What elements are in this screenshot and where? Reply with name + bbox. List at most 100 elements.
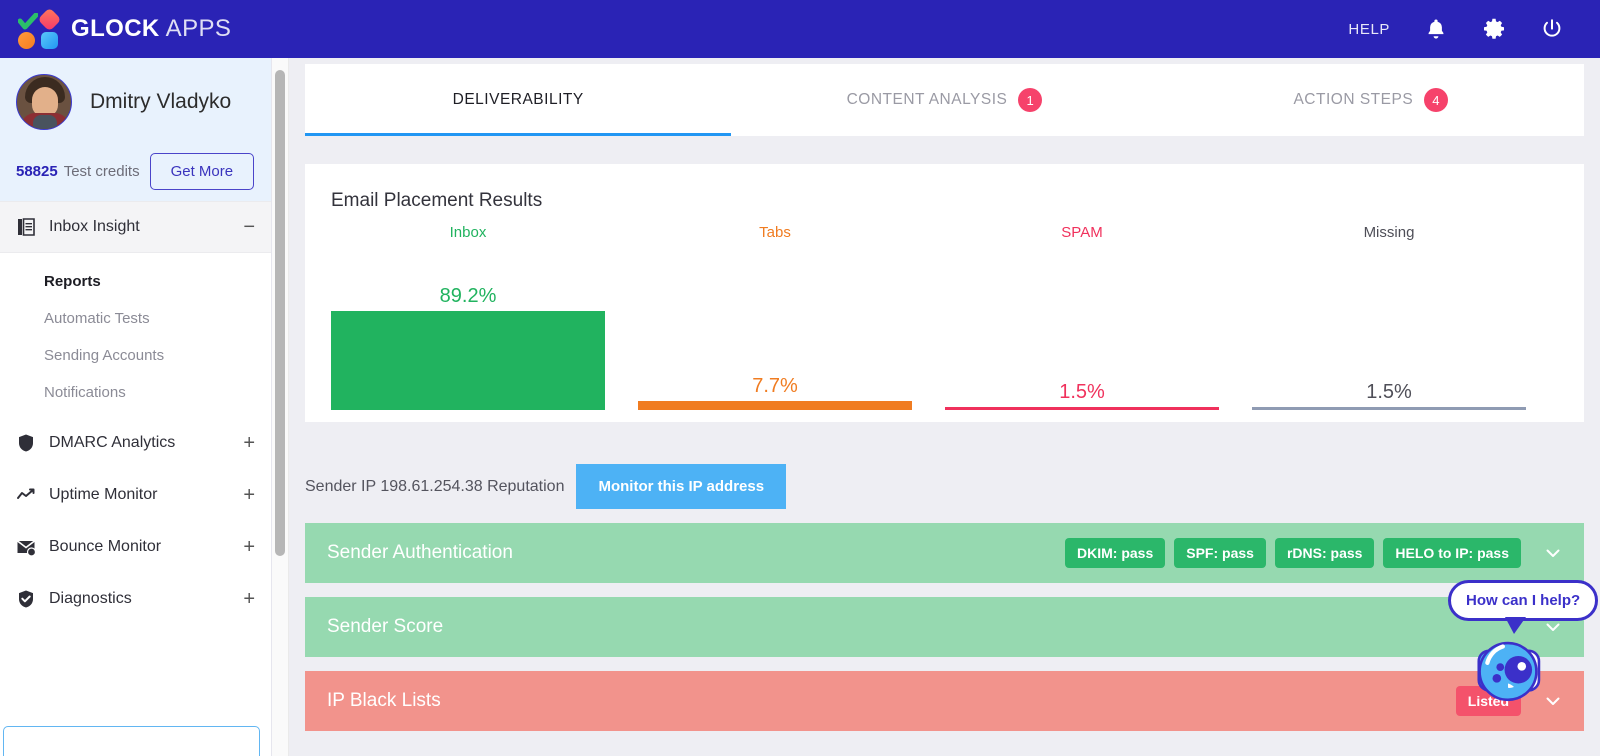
sidebar-item-label: Inbox Insight [49, 218, 140, 235]
top-navbar: GLOCK APPS HELP [0, 0, 1600, 58]
accordion-ip-black-lists[interactable]: IP Black Lists Listed [305, 671, 1584, 731]
tab-label: DELIVERABILITY [452, 91, 584, 108]
sidebar-item-reports[interactable]: Reports [0, 263, 271, 300]
status-badge-helo: HELO to IP: pass [1383, 538, 1521, 568]
chat-bubble[interactable]: How can I help? [1448, 580, 1599, 634]
logo-check-icon [18, 13, 38, 30]
sidebar-item-label: Uptime Monitor [49, 486, 158, 503]
main-content: DELIVERABILITY CONTENT ANALYSIS 1 ACTION… [289, 58, 1600, 756]
brand-logo[interactable]: GLOCK APPS [16, 7, 231, 50]
bar-value-label: 89.2% [439, 285, 497, 307]
bar-tabs [638, 401, 912, 410]
sender-ip-row: Sender IP 198.61.254.38 Reputation Monit… [305, 464, 1584, 509]
bar-group-tabs[interactable]: Tabs 7.7% [638, 224, 912, 410]
monitor-ip-button[interactable]: Monitor this IP address [576, 464, 787, 509]
trend-up-icon [17, 488, 35, 499]
sidebar-subnav-inbox-insight: Reports Automatic Tests Sending Accounts… [0, 253, 271, 417]
accordion-sender-authentication[interactable]: Sender Authentication DKIM: pass SPF: pa… [305, 523, 1584, 583]
tab-label: ACTION STEPS [1293, 91, 1414, 108]
sidebar-item-label: Bounce Monitor [49, 538, 162, 555]
bar-value-label: 7.7% [752, 375, 798, 397]
credits-label: Test credits [63, 163, 140, 180]
chat-bot-avatar-icon[interactable] [1465, 625, 1551, 711]
sidebar-item-bounce-monitor[interactable]: Bounce Monitor + [0, 521, 271, 573]
bar-value-label: 1.5% [1059, 381, 1105, 403]
bar-group-spam[interactable]: SPAM 1.5% [945, 224, 1219, 410]
logo-diamond-icon [37, 7, 62, 32]
collapse-toggle-icon[interactable]: − [243, 217, 255, 237]
bar-category-label: SPAM [1061, 224, 1103, 241]
user-name: Dmitry Vladyko [90, 90, 232, 113]
sidebar-scrollbar-track[interactable] [272, 58, 289, 756]
credits-count: 58825 [16, 163, 58, 180]
sidebar-item-notifications[interactable]: Notifications [0, 374, 271, 411]
sidebar-item-sending-accounts[interactable]: Sending Accounts [0, 337, 271, 374]
brand-text: GLOCK APPS [71, 15, 231, 43]
tab-bar: DELIVERABILITY CONTENT ANALYSIS 1 ACTION… [305, 64, 1584, 136]
get-more-button[interactable]: Get More [149, 153, 255, 190]
expand-toggle-icon[interactable]: + [243, 537, 255, 557]
email-placement-chart: Inbox 89.2% Tabs 7.7% SPAM 1.5% Missing [331, 224, 1558, 410]
tab-content-analysis[interactable]: CONTENT ANALYSIS 1 [731, 64, 1157, 136]
bar-group-missing[interactable]: Missing 1.5% [1252, 224, 1526, 410]
page-title: Email Placement Results [331, 190, 543, 211]
bar-category-label: Tabs [759, 224, 791, 241]
sidebar-section-inbox-insight: Inbox Insight − Reports Automatic Tests … [0, 201, 271, 417]
logo-circle-icon [18, 32, 35, 49]
expand-toggle-icon[interactable]: + [243, 433, 255, 453]
status-badge-rdns: rDNS: pass [1274, 538, 1375, 568]
user-row: Dmitry Vladyko [16, 74, 255, 130]
credits-row: 58825 Test credits Get More [16, 153, 255, 190]
bar-category-label: Missing [1363, 224, 1415, 241]
sidebar-bottom-panel[interactable] [3, 726, 260, 756]
brand-name-bold: GLOCK [71, 15, 160, 42]
sidebar-item-label: Diagnostics [49, 590, 132, 607]
status-badge-spf: SPF: pass [1174, 538, 1266, 568]
expand-toggle-icon[interactable]: + [243, 589, 255, 609]
status-badge: 1 [1018, 88, 1043, 112]
expand-toggle-icon[interactable]: + [243, 485, 255, 505]
accordion-sender-score[interactable]: Sender Score [305, 597, 1584, 657]
power-icon[interactable] [1540, 17, 1564, 41]
sidebar-scrollbar-thumb[interactable] [275, 70, 285, 556]
sidebar-item-label: DMARC Analytics [49, 434, 176, 451]
status-badge: 4 [1424, 88, 1449, 112]
logo-square-icon [41, 32, 58, 49]
accordion-title: Sender Authentication [327, 542, 513, 563]
chevron-down-icon[interactable] [1544, 544, 1562, 562]
gear-icon[interactable] [1482, 17, 1506, 41]
sidebar-item-inbox-insight[interactable]: Inbox Insight − [0, 201, 271, 253]
tab-label: CONTENT ANALYSIS [846, 91, 1008, 108]
email-placement-card: Email Placement Results Inbox 89.2% Tabs… [305, 164, 1584, 422]
avatar[interactable] [16, 74, 72, 130]
bar-group-inbox[interactable]: Inbox 89.2% [331, 224, 605, 410]
sender-ip-text: Sender IP 198.61.254.38 Reputation [305, 477, 565, 495]
sidebar: Dmitry Vladyko 58825 Test credits Get Mo… [0, 58, 272, 756]
tab-deliverability[interactable]: DELIVERABILITY [305, 64, 732, 136]
accordion-title: IP Black Lists [327, 690, 441, 711]
bar-value-label: 1.5% [1366, 381, 1412, 403]
shield-check-icon [19, 590, 33, 608]
accordion-title: Sender Score [327, 616, 444, 637]
glockapps-logo-icon [16, 7, 62, 50]
sidebar-item-dmarc-analytics[interactable]: DMARC Analytics + [0, 417, 271, 469]
help-link[interactable]: HELP [1348, 21, 1390, 38]
bar-category-label: Inbox [449, 224, 487, 241]
shield-icon [19, 434, 33, 452]
sidebar-item-automatic-tests[interactable]: Automatic Tests [0, 300, 271, 337]
book-icon [18, 218, 35, 236]
bar-spam [945, 407, 1219, 410]
user-card: Dmitry Vladyko 58825 Test credits Get Mo… [0, 58, 271, 201]
tab-action-steps[interactable]: ACTION STEPS 4 [1158, 64, 1584, 136]
app-root: GLOCK APPS HELP Dmitry Vladyko 58825 Tes… [0, 0, 1600, 756]
sidebar-item-diagnostics[interactable]: Diagnostics + [0, 573, 271, 625]
envelope-refresh-icon [17, 540, 36, 557]
bar-inbox [331, 311, 605, 410]
sidebar-item-uptime-monitor[interactable]: Uptime Monitor + [0, 469, 271, 521]
status-badge-dkim: DKIM: pass [1065, 538, 1166, 568]
brand-name-light: APPS [165, 15, 232, 42]
bell-icon[interactable] [1424, 17, 1448, 41]
accordion-badges: DKIM: pass SPF: pass rDNS: pass HELO to … [1065, 538, 1562, 568]
top-actions: HELP [1348, 17, 1564, 41]
bar-missing [1252, 407, 1526, 410]
